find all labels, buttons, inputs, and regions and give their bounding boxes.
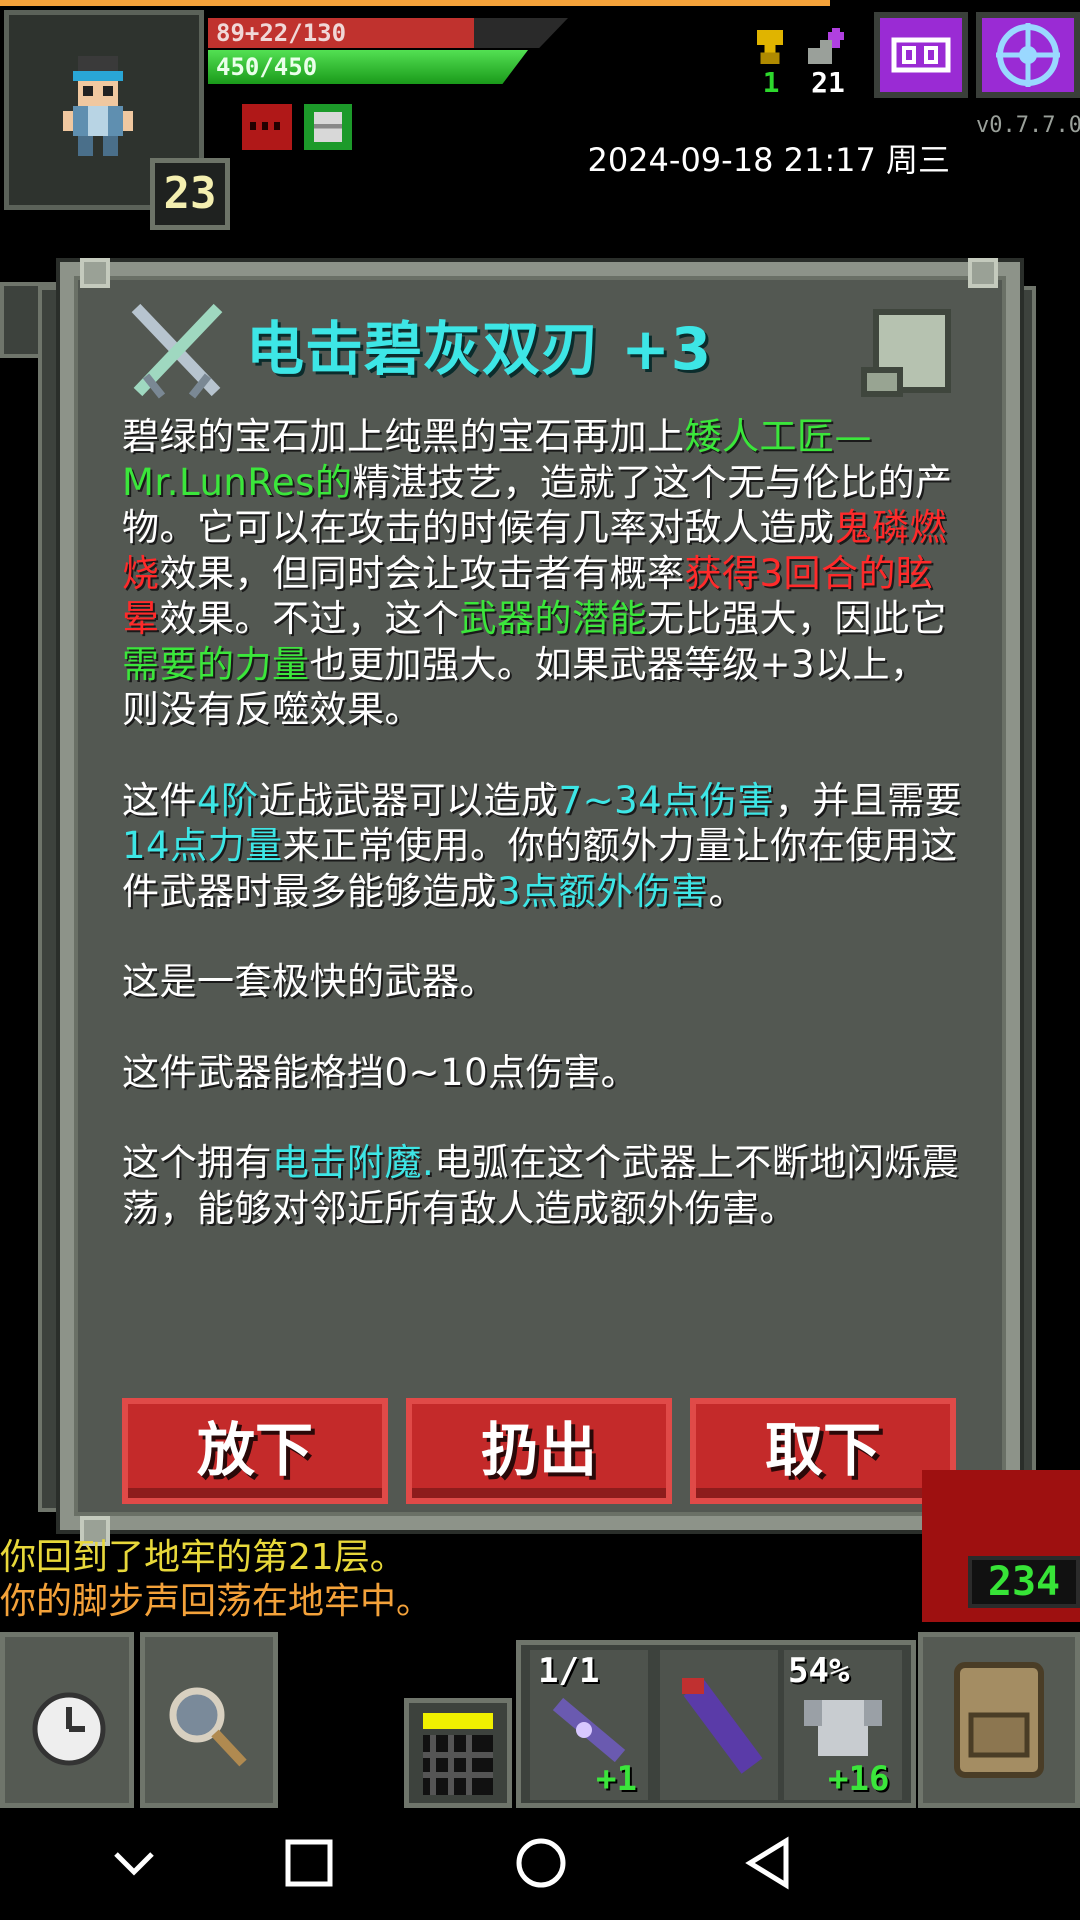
put-down-button[interactable]: 放下 bbox=[122, 1398, 388, 1504]
quickslot-3[interactable]: 54% +16 bbox=[784, 1650, 902, 1800]
backpack-button[interactable] bbox=[918, 1632, 1080, 1808]
block-paragraph: 这件武器能格挡0~10点伤害。 bbox=[122, 1050, 639, 1094]
enchant-paragraph: 这个拥有电击附魔.电弧在这个武器上不断地闪烁震荡，能够对邻近所有敌人造成额外伤害… bbox=[122, 1141, 960, 1230]
datetime-label: 2024-09-18 21:17 周三 bbox=[587, 141, 950, 179]
hp-bar: 450/450 bbox=[208, 50, 528, 84]
home-icon[interactable] bbox=[514, 1836, 568, 1890]
system-nav-bar bbox=[0, 1808, 1080, 1920]
exp-bar: 89+22/130 bbox=[208, 18, 568, 48]
hero-sprite-icon bbox=[63, 56, 133, 156]
quickslot-1[interactable]: 1/1 +1 bbox=[530, 1650, 648, 1800]
speed-paragraph: 这是一套极快的武器。 bbox=[122, 960, 497, 1003]
unequip-button[interactable]: 取下 bbox=[690, 1398, 956, 1504]
back-icon[interactable] bbox=[744, 1836, 794, 1890]
quickslot-bonus: +1 bbox=[596, 1759, 637, 1799]
enemy-hp-counter: 234 bbox=[968, 1556, 1080, 1608]
exp-text: 89+22/130 bbox=[216, 19, 347, 47]
chevron-down-icon[interactable] bbox=[110, 1844, 158, 1884]
journal-icon bbox=[891, 37, 951, 73]
darts-icon bbox=[423, 1713, 493, 1795]
buff-icon-red[interactable] bbox=[242, 104, 292, 150]
wand-icon bbox=[552, 1697, 626, 1763]
quiver-icon bbox=[682, 1678, 763, 1774]
dialog-corner bbox=[968, 258, 998, 288]
ammo-slot[interactable] bbox=[404, 1698, 512, 1808]
magnifier-icon bbox=[169, 1687, 247, 1767]
wait-button[interactable] bbox=[0, 1632, 134, 1808]
dialog-corner bbox=[80, 258, 110, 288]
item-description: 碧绿的宝石加上纯黑的宝石再加上矮人工匠—Mr.LunRes的精湛技艺，造就了这个… bbox=[122, 414, 964, 1231]
game-log-line: 你的脚步声回荡在地牢中。 bbox=[0, 1581, 433, 1622]
journal-button[interactable] bbox=[874, 12, 968, 98]
hero-level-badge: 23 bbox=[150, 158, 230, 230]
item-title: 电击碧灰双刃 +3 bbox=[246, 315, 713, 383]
recents-icon[interactable] bbox=[284, 1838, 334, 1888]
hp-text: 450/450 bbox=[216, 53, 318, 81]
menu-button[interactable] bbox=[976, 12, 1080, 98]
dual-blades-icon bbox=[131, 303, 223, 399]
quickslot-count: 1/1 bbox=[538, 1651, 600, 1691]
quickslot-count: 54% bbox=[788, 1651, 850, 1691]
scroll-icon[interactable] bbox=[858, 304, 958, 400]
armor-icon bbox=[804, 1700, 882, 1756]
backpack-icon bbox=[954, 1662, 1044, 1778]
description-paragraph: 碧绿的宝石加上纯黑的宝石再加上矮人工匠—Mr.LunRes的精湛技艺，造就了这个… bbox=[122, 415, 953, 731]
depth-count: 21 bbox=[811, 66, 845, 99]
version-label: v0.7.7.0 bbox=[976, 113, 1080, 138]
quickslot-2[interactable] bbox=[660, 1650, 778, 1800]
top-progress-stripe bbox=[0, 0, 830, 6]
throw-button[interactable]: 扔出 bbox=[406, 1398, 672, 1504]
clock-icon bbox=[32, 1692, 106, 1766]
game-log-line: 你回到了地牢的第21层。 bbox=[0, 1537, 406, 1578]
trophy-icon bbox=[756, 30, 784, 64]
quickslot-bonus: +16 bbox=[828, 1759, 890, 1799]
search-button[interactable] bbox=[140, 1632, 278, 1808]
buff-icon-green[interactable] bbox=[304, 104, 352, 150]
trophy-count: 1 bbox=[762, 66, 780, 99]
gear-icon bbox=[996, 23, 1060, 87]
depth-stairs-icon bbox=[808, 28, 844, 64]
stats-paragraph: 这件4阶近战武器可以造成7~34点伤害，并且需要14点力量来正常使用。你的额外力… bbox=[122, 778, 963, 913]
